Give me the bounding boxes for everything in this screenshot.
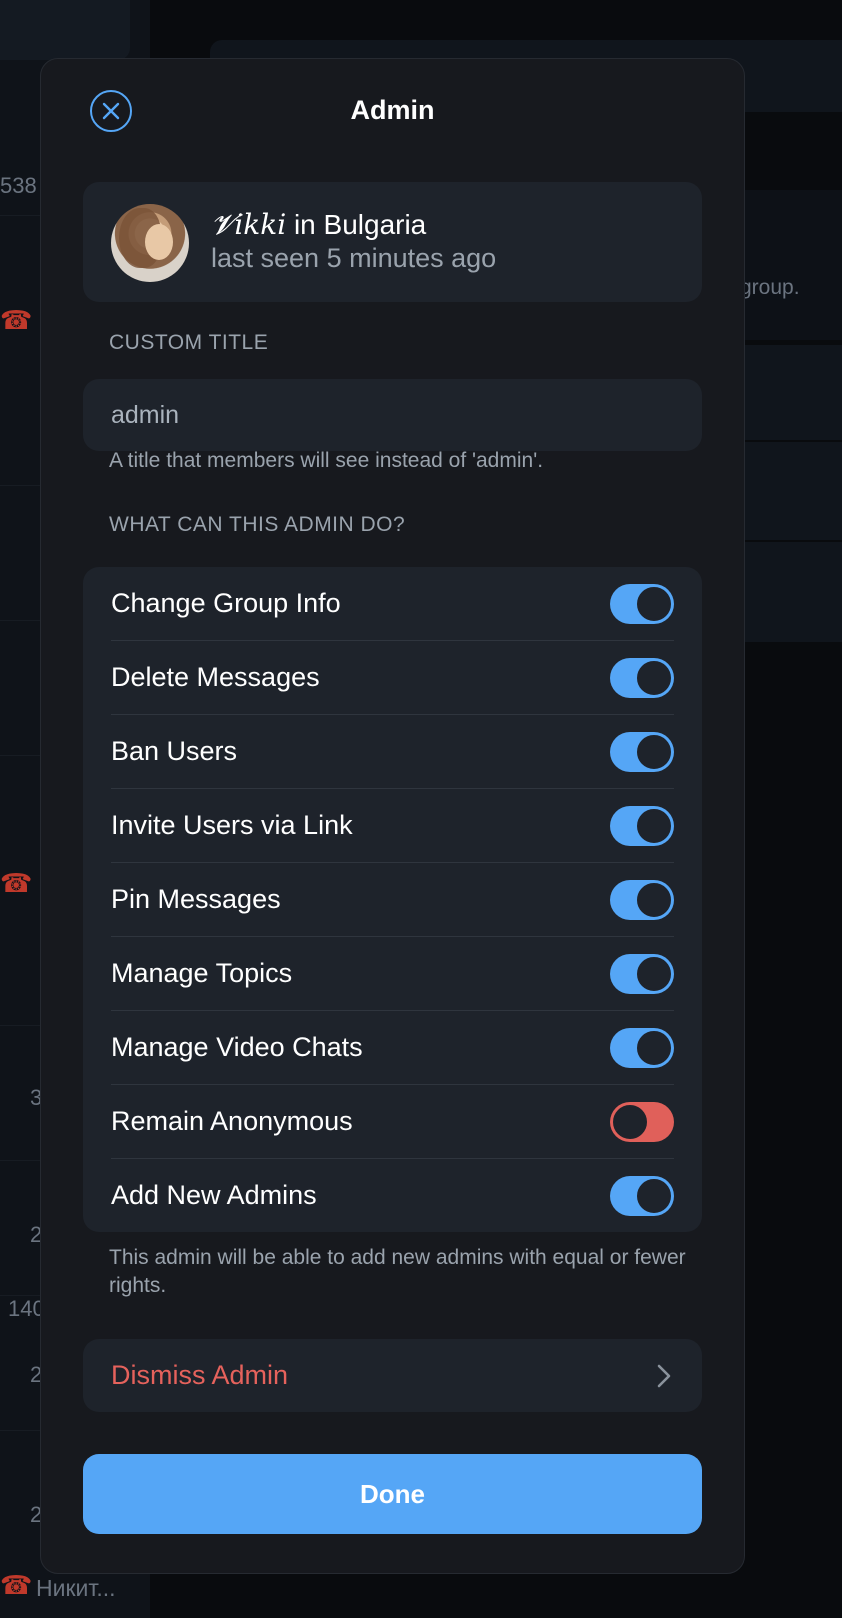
phone-icon: ☎	[0, 305, 33, 335]
permission-label: Delete Messages	[111, 662, 320, 692]
permission-label: Add New Admins	[111, 1180, 317, 1210]
avatar	[111, 204, 189, 282]
user-name-styled: 𝓥ikki	[211, 208, 287, 241]
delete-messages-toggle[interactable]	[610, 658, 674, 698]
permission-row-manage-video-chats[interactable]: Manage Video Chats	[83, 1011, 702, 1085]
permission-label: Manage Topics	[111, 958, 293, 988]
permission-row-delete-messages[interactable]: Delete Messages	[83, 641, 702, 715]
permission-row-ban-users[interactable]: Ban Users	[83, 715, 702, 789]
permissions-helper: This admin will be able to add new admin…	[109, 1246, 686, 1297]
user-card: 𝓥ikki in Bulgaria last seen 5 minutes ag…	[83, 182, 702, 302]
manage-video-chats-toggle[interactable]	[610, 1028, 674, 1068]
background-text: 538	[0, 173, 37, 198]
permission-label: Invite Users via Link	[111, 810, 353, 840]
done-button[interactable]: Done	[83, 1454, 702, 1534]
invite-users-toggle[interactable]	[610, 806, 674, 846]
admin-dialog: Admin 𝓥ikki in Bulgaria last seen 5 minu…	[40, 58, 745, 1574]
user-name-suffix: in Bulgaria	[286, 209, 427, 240]
dismiss-admin-button[interactable]: Dismiss Admin	[83, 1339, 702, 1412]
permission-row-change-group-info[interactable]: Change Group Info	[83, 567, 702, 641]
permissions-list: Change Group Info Delete Messages Ban Us…	[83, 567, 702, 1232]
user-name: 𝓥ikki in Bulgaria	[211, 208, 426, 242]
background-text: group.	[740, 276, 800, 299]
permission-label: Manage Video Chats	[111, 1032, 363, 1062]
permission-row-manage-topics[interactable]: Manage Topics	[83, 937, 702, 1011]
permission-row-add-new-admins[interactable]: Add New Admins	[83, 1159, 702, 1233]
permission-label: Remain Anonymous	[111, 1106, 353, 1136]
dialog-title: Admin	[350, 95, 435, 125]
custom-title-input[interactable]	[83, 379, 702, 451]
permission-label: Change Group Info	[111, 588, 341, 618]
dismiss-admin-label: Dismiss Admin	[111, 1360, 289, 1390]
background-text: Никит...	[36, 1575, 116, 1601]
change-group-info-toggle[interactable]	[610, 584, 674, 624]
permission-label: Pin Messages	[111, 884, 281, 914]
phone-icon: ☎	[0, 868, 33, 898]
permissions-label: WHAT CAN THIS ADMIN DO?	[109, 513, 406, 536]
ban-users-toggle[interactable]	[610, 732, 674, 772]
manage-topics-toggle[interactable]	[610, 954, 674, 994]
permission-row-remain-anonymous[interactable]: Remain Anonymous	[83, 1085, 702, 1159]
background-search-bar	[0, 0, 130, 60]
add-new-admins-toggle[interactable]	[610, 1176, 674, 1216]
user-last-seen: last seen 5 minutes ago	[211, 243, 497, 273]
chevron-right-icon	[657, 1364, 671, 1388]
remain-anonymous-toggle[interactable]	[610, 1102, 674, 1142]
custom-title-label: CUSTOM TITLE	[109, 331, 269, 354]
permission-label: Ban Users	[111, 736, 238, 766]
permission-row-invite-users[interactable]: Invite Users via Link	[83, 789, 702, 863]
phone-icon: ☎	[0, 1570, 33, 1600]
custom-title-helper: A title that members will see instead of…	[109, 449, 544, 472]
permission-row-pin-messages[interactable]: Pin Messages	[83, 863, 702, 937]
pin-messages-toggle[interactable]	[610, 880, 674, 920]
